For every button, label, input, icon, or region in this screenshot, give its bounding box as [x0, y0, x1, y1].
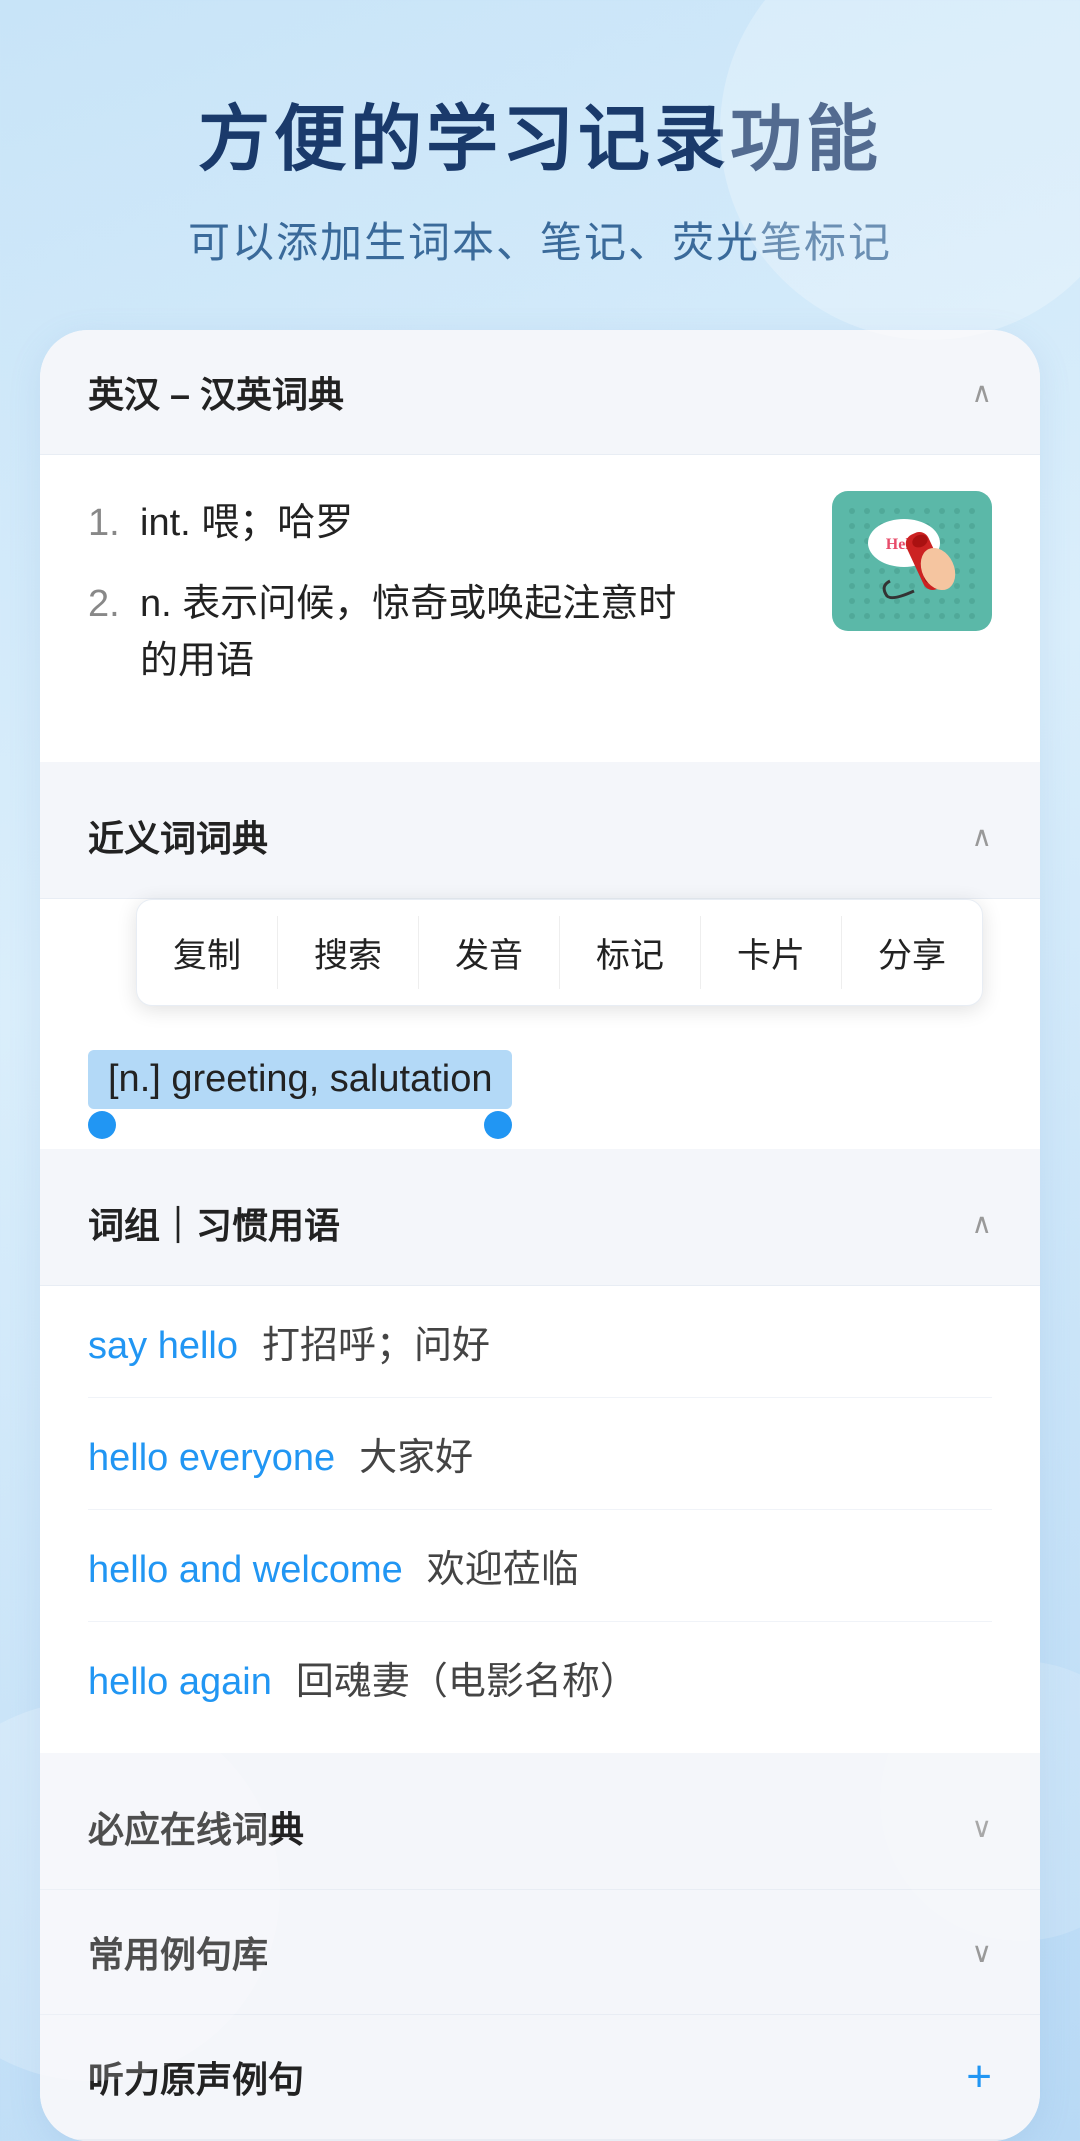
phrases-chevron-icon: ∧: [972, 1207, 993, 1240]
selected-text: [n.] greeting, salutation: [88, 1050, 512, 1109]
context-share[interactable]: 分享: [842, 916, 982, 989]
context-pronounce[interactable]: 发音: [419, 916, 560, 989]
context-menu: 复制 搜索 发音 标记 卡片 分享: [136, 899, 983, 1006]
phrases-list: say hello 打招呼；问好 hello everyone 大家好 hell…: [40, 1286, 1040, 1765]
context-card[interactable]: 卡片: [701, 916, 842, 989]
phrases-section: 词组｜习惯用语 ∧ say hello 打招呼；问好 hello everyon…: [40, 1161, 1040, 1765]
phrases-title: 词组｜习惯用语: [88, 1197, 340, 1249]
phrase-zh-1: 大家好: [359, 1426, 473, 1481]
phrases-section-header[interactable]: 词组｜习惯用语 ∧: [40, 1161, 1040, 1286]
phrase-row-2[interactable]: hello and welcome 欢迎莅临: [88, 1510, 992, 1622]
phrase-zh-2: 欢迎莅临: [427, 1538, 579, 1593]
phrase-zh-0: 打招呼；问好: [262, 1314, 490, 1369]
context-menu-wrapper: 复制 搜索 发音 标记 卡片 分享: [40, 899, 1040, 1030]
hello-image: Hello: [832, 491, 992, 631]
synonyms-title: 近义词词典: [88, 810, 268, 862]
phrase-en-3: hello again: [88, 1661, 272, 1704]
entry-2-num: 2.: [88, 576, 128, 633]
entry-1-num: 1.: [88, 495, 128, 552]
dict-section-header[interactable]: 英汉 – 汉英词典 ∧: [40, 330, 1040, 455]
context-copy[interactable]: 复制: [137, 916, 278, 989]
synonyms-section: 近义词词典 ∧ 复制 搜索 发音 标记 卡片 分享 [n.] greeting,…: [40, 774, 1040, 1161]
selection-handle-right[interactable]: [484, 1111, 512, 1139]
dict-section-title: 英汉 – 汉英词典: [88, 366, 344, 418]
phrase-zh-3: 回魂妻（电影名称）: [296, 1650, 638, 1705]
synonyms-chevron-icon: ∧: [972, 820, 993, 853]
selected-text-area: [n.] greeting, salutation: [40, 1030, 1040, 1149]
phrase-en-1: hello everyone: [88, 1437, 335, 1480]
phrase-en-2: hello and welcome: [88, 1549, 403, 1592]
context-search[interactable]: 搜索: [278, 916, 419, 989]
example-section-chevron: ∨: [972, 1936, 993, 1969]
context-mark[interactable]: 标记: [560, 916, 701, 989]
dict-entry: Hello 1. int. 喂；哈罗 2. n. 表示问候，惊奇或唤起注意时的用…: [40, 455, 1040, 774]
phrase-row-0[interactable]: say hello 打招呼；问好: [88, 1286, 992, 1398]
phrase-row-1[interactable]: hello everyone 大家好: [88, 1398, 992, 1510]
dict-chevron-icon: ∧: [972, 376, 993, 409]
synonyms-section-header[interactable]: 近义词词典 ∧: [40, 774, 1040, 899]
selection-handle-left[interactable]: [88, 1111, 116, 1139]
phrase-en-0: say hello: [88, 1325, 238, 1368]
phrase-row-3[interactable]: hello again 回魂妻（电影名称）: [88, 1622, 992, 1705]
add-icon[interactable]: +: [966, 2052, 992, 2102]
